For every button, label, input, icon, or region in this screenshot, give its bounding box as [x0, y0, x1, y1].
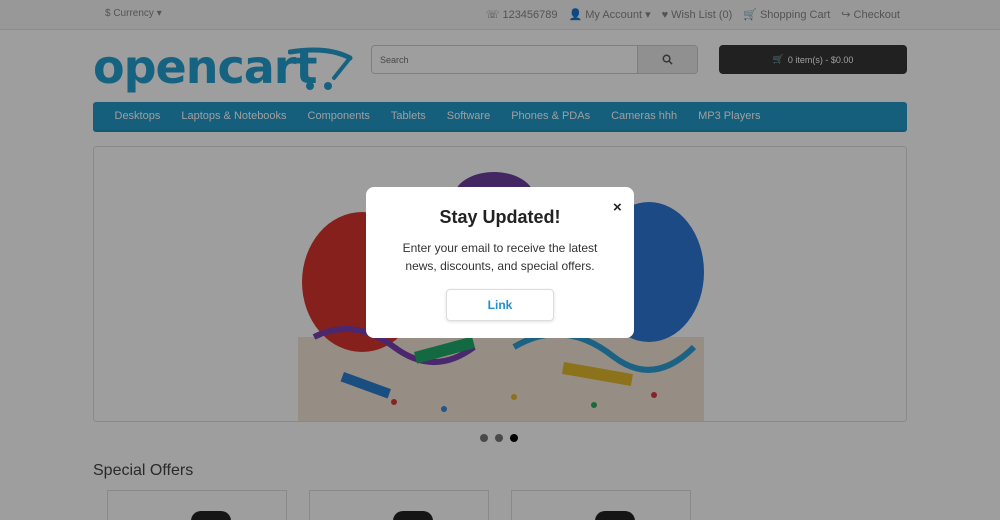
modal-body: Enter your email to receive the latest n… [402, 241, 598, 273]
modal-link-button[interactable]: Link [446, 289, 554, 321]
modal-title: Stay Updated! [439, 207, 561, 227]
newsletter-modal: × Stay Updated! Enter your email to rece… [366, 187, 634, 338]
close-icon[interactable]: × [613, 199, 622, 216]
